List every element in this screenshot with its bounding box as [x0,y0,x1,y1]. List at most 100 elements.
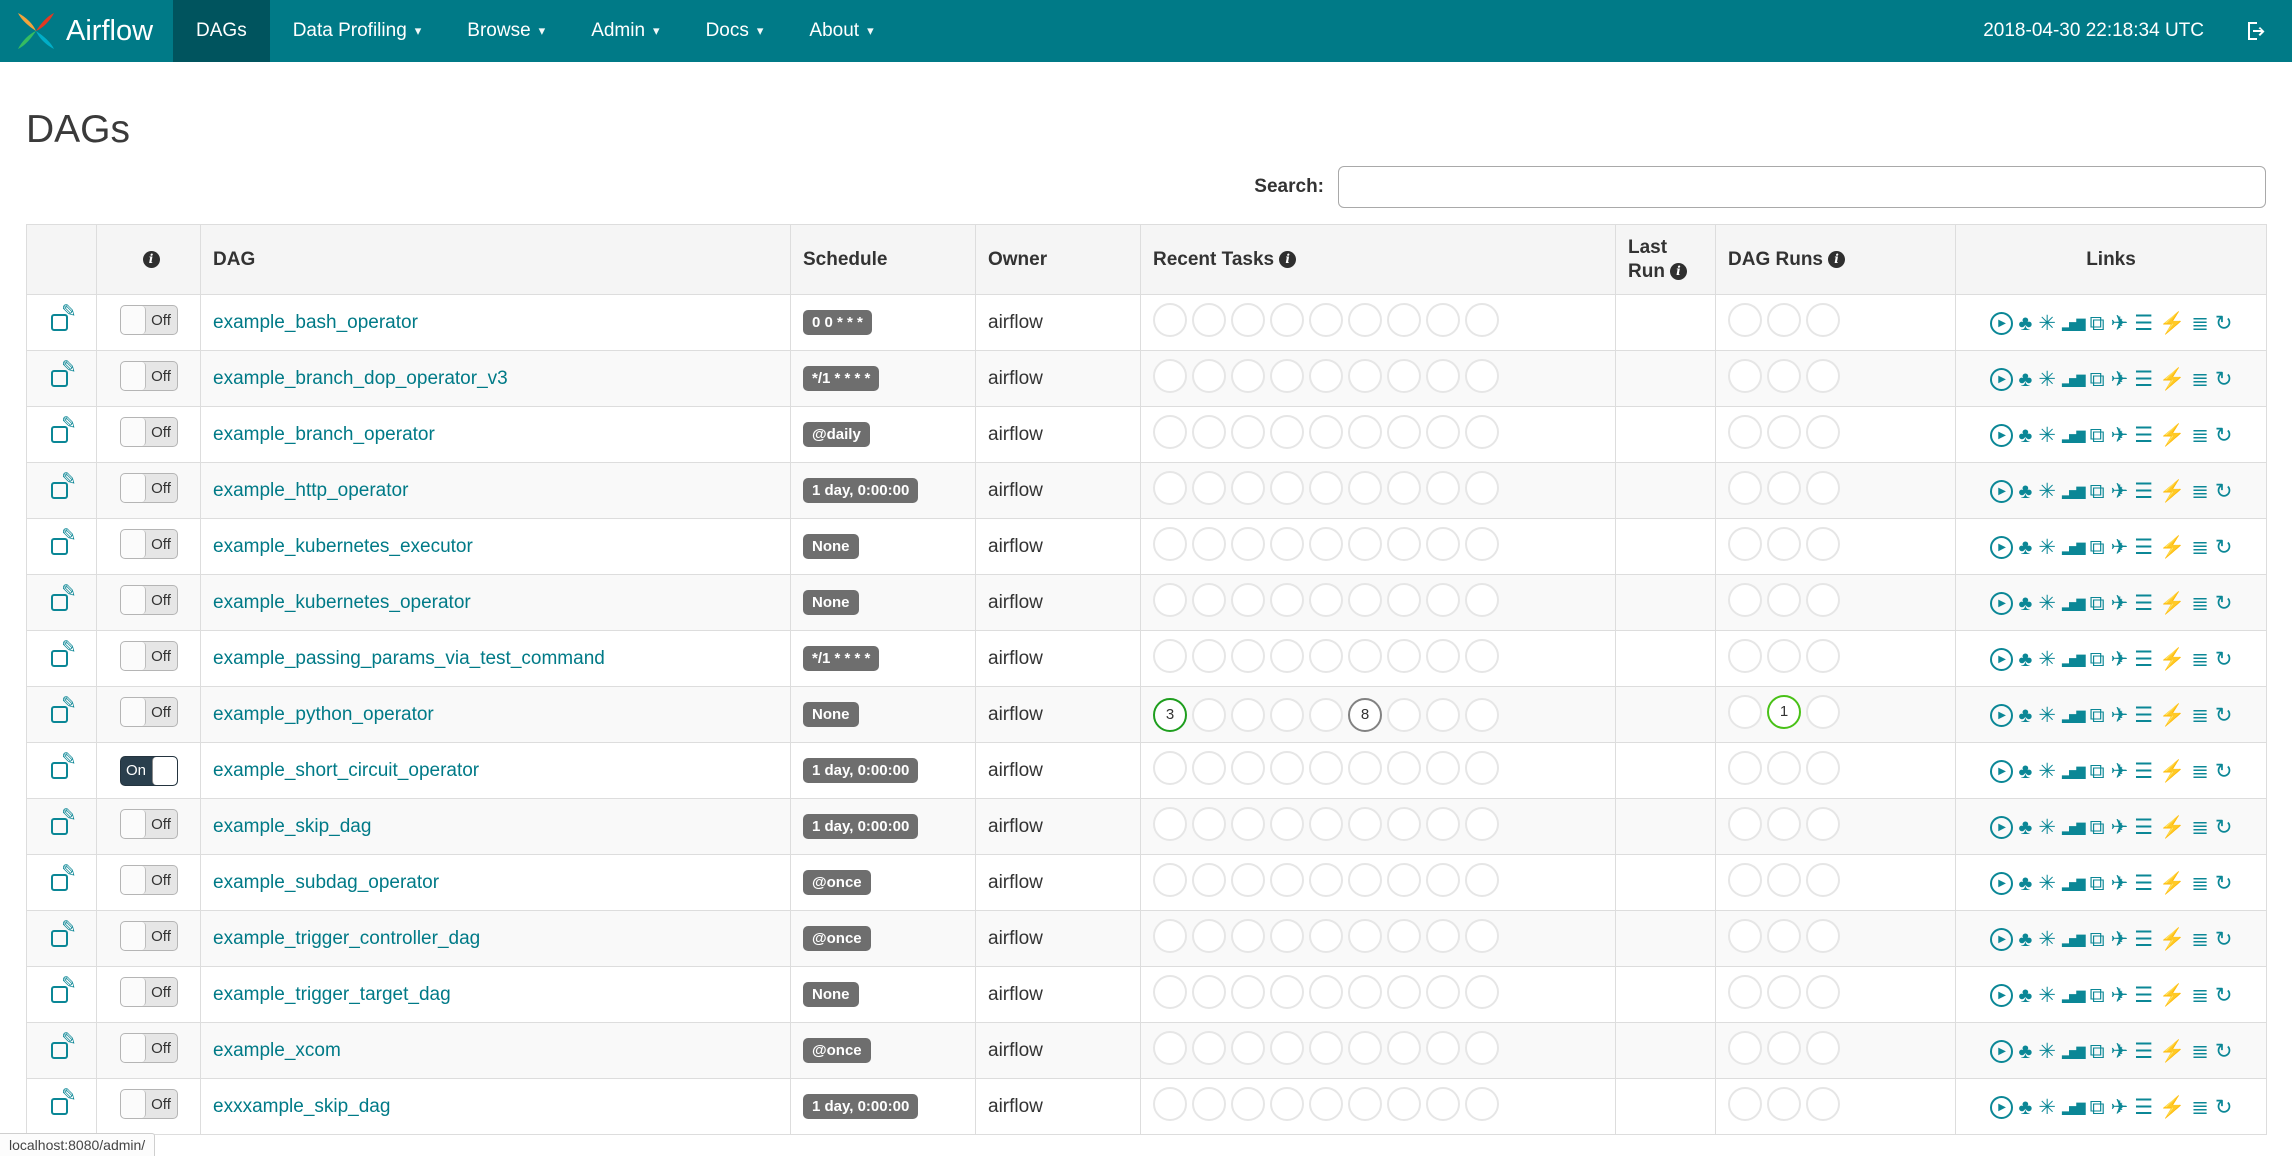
task-state-circle[interactable] [1465,414,1499,449]
lightning-icon[interactable]: ⚡ [2159,481,2185,502]
graph-starburst-icon[interactable]: ✳ [2038,537,2056,558]
lightning-icon[interactable]: ⚡ [2159,425,2185,446]
list-lines-icon[interactable]: ≣ [2191,761,2209,782]
edit-dag-icon[interactable]: ✎ [50,1030,77,1059]
graph-starburst-icon[interactable]: ✳ [2038,313,2056,334]
task-state-circle[interactable] [1309,302,1343,337]
books-icon[interactable]: ⧉ [2090,1097,2105,1118]
graph-starburst-icon[interactable]: ✳ [2038,817,2056,838]
task-state-circle[interactable] [1192,1086,1226,1121]
task-state-circle[interactable] [1387,806,1421,841]
refresh-icon[interactable]: ↻ [2215,369,2233,390]
refresh-icon[interactable]: ↻ [2215,985,2233,1006]
list-lines-icon[interactable]: ≣ [2191,481,2209,502]
bar-chart-icon[interactable]: ▂▅▇ [2062,654,2086,666]
dag-pause-toggle[interactable]: Off [119,361,178,391]
plane-icon[interactable]: ✈ [2111,425,2129,446]
play-circle-icon[interactable]: ▶ [1989,928,2013,952]
task-state-circle[interactable] [1153,806,1187,841]
edit-dag-icon[interactable]: ✎ [50,638,77,667]
list-lines-icon[interactable]: ≣ [2191,425,2209,446]
task-state-circle[interactable] [1153,1030,1187,1065]
nav-item-about[interactable]: About ▾ [786,0,896,62]
dag-run-circle[interactable] [1728,526,1762,561]
logout-icon[interactable] [2244,19,2268,43]
task-state-circle[interactable] [1465,918,1499,953]
task-state-circle[interactable] [1192,470,1226,505]
task-state-circle[interactable] [1465,302,1499,337]
task-state-circle[interactable] [1465,974,1499,1009]
play-circle-icon[interactable]: ▶ [1989,760,2013,784]
task-state-circle[interactable] [1153,414,1187,449]
bar-chart-icon[interactable]: ▂▅▇ [2062,318,2086,330]
task-state-circle[interactable] [1270,750,1304,785]
refresh-icon[interactable]: ↻ [2215,929,2233,950]
play-circle-icon[interactable]: ▶ [1989,1096,2013,1120]
task-state-circle[interactable] [1387,470,1421,505]
plane-icon[interactable]: ✈ [2111,313,2129,334]
task-state-circle[interactable] [1387,302,1421,337]
task-state-circle[interactable] [1153,470,1187,505]
schedule-badge[interactable]: None [803,534,859,559]
graph-starburst-icon[interactable]: ✳ [2038,705,2056,726]
list-lines-icon[interactable]: ≣ [2191,1097,2209,1118]
task-state-circle[interactable] [1270,358,1304,393]
task-state-circle[interactable] [1387,638,1421,673]
dag-run-circle[interactable] [1806,414,1840,449]
list-lines-icon[interactable]: ≣ [2191,593,2209,614]
task-state-circle[interactable]: 8 [1348,697,1382,732]
list-lines-icon[interactable]: ≣ [2191,985,2209,1006]
task-state-circle[interactable] [1270,918,1304,953]
task-state-circle[interactable] [1387,862,1421,897]
task-state-circle[interactable] [1309,918,1343,953]
tree-icon[interactable]: ♣ [2019,873,2033,894]
align-left-icon[interactable]: ☰ [2134,481,2153,502]
schedule-badge[interactable]: None [803,590,859,615]
dag-run-circle[interactable] [1767,806,1801,841]
edit-dag-icon[interactable]: ✎ [50,302,77,331]
refresh-icon[interactable]: ↻ [2215,705,2233,726]
task-state-circle[interactable] [1387,1086,1421,1121]
dag-link[interactable]: example_python_operator [213,704,434,725]
task-state-circle[interactable] [1348,1086,1382,1121]
dag-run-circle[interactable] [1767,638,1801,673]
task-state-circle[interactable] [1426,302,1460,337]
schedule-badge[interactable]: 1 day, 0:00:00 [803,814,919,839]
task-state-circle[interactable] [1465,1086,1499,1121]
task-state-circle[interactable] [1231,414,1265,449]
align-left-icon[interactable]: ☰ [2134,313,2153,334]
bar-chart-icon[interactable]: ▂▅▇ [2062,1102,2086,1114]
dag-pause-toggle[interactable]: Off [119,585,178,615]
plane-icon[interactable]: ✈ [2111,537,2129,558]
graph-starburst-icon[interactable]: ✳ [2038,929,2056,950]
books-icon[interactable]: ⧉ [2090,761,2105,782]
bar-chart-icon[interactable]: ▂▅▇ [2062,598,2086,610]
play-circle-icon[interactable]: ▶ [1989,312,2013,336]
dag-run-circle[interactable] [1767,862,1801,897]
plane-icon[interactable]: ✈ [2111,705,2129,726]
task-state-circle[interactable] [1192,582,1226,617]
task-state-circle[interactable] [1426,862,1460,897]
tree-icon[interactable]: ♣ [2019,425,2033,446]
list-lines-icon[interactable]: ≣ [2191,873,2209,894]
dag-run-circle[interactable] [1728,302,1762,337]
dag-run-circle[interactable] [1728,638,1762,673]
bar-chart-icon[interactable]: ▂▅▇ [2062,822,2086,834]
schedule-badge[interactable]: 0 0 * * * [803,310,872,335]
task-state-circle[interactable] [1309,862,1343,897]
play-circle-icon[interactable]: ▶ [1989,872,2013,896]
task-state-circle[interactable] [1153,1086,1187,1121]
task-state-circle[interactable] [1387,918,1421,953]
dag-pause-toggle[interactable]: Off [119,1089,178,1119]
dag-link[interactable]: example_trigger_controller_dag [213,928,480,949]
refresh-icon[interactable]: ↻ [2215,761,2233,782]
refresh-icon[interactable]: ↻ [2215,425,2233,446]
dag-link[interactable]: example_short_circuit_operator [213,760,479,781]
task-state-circle[interactable] [1465,638,1499,673]
dag-link[interactable]: example_subdag_operator [213,872,439,893]
nav-item-browse[interactable]: Browse ▾ [444,0,568,62]
task-state-circle[interactable] [1231,358,1265,393]
lightning-icon[interactable]: ⚡ [2159,593,2185,614]
task-state-circle[interactable] [1153,302,1187,337]
dag-run-circle[interactable]: 1 [1767,694,1801,729]
